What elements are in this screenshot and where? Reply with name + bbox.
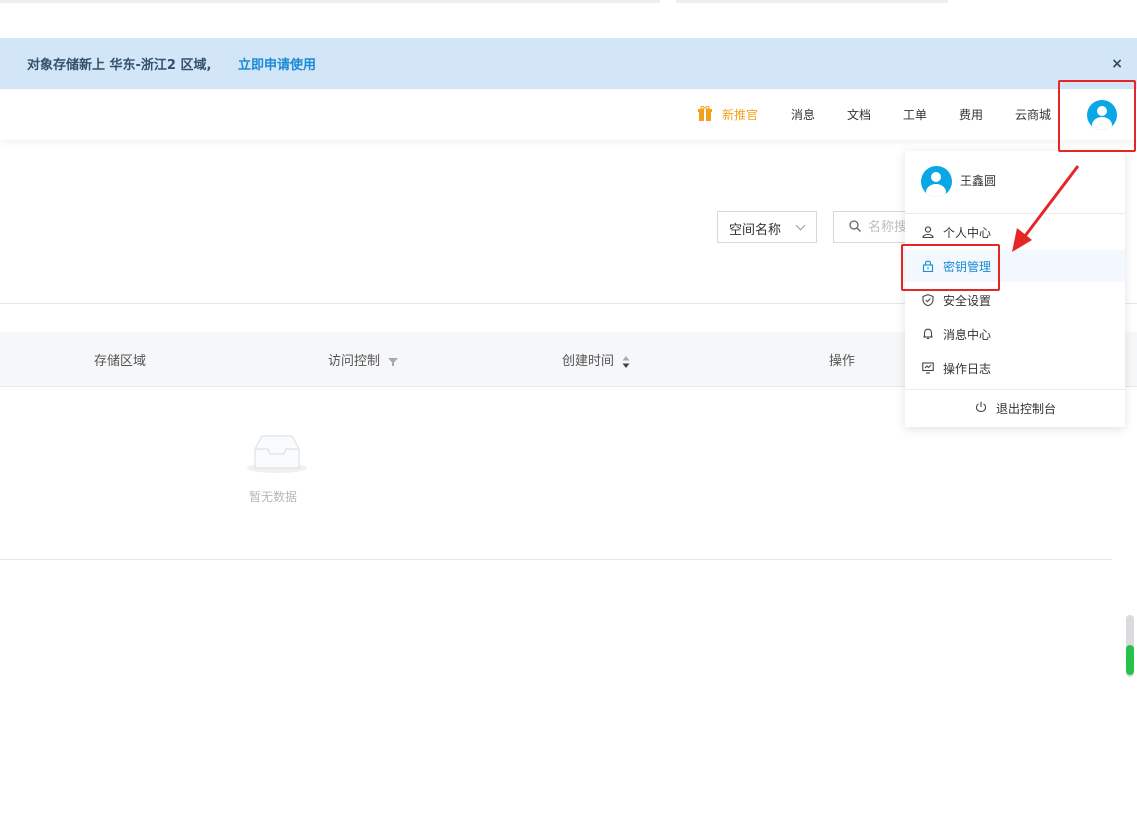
gift-icon bbox=[698, 106, 712, 121]
menu-item-operation-log[interactable]: 操作日志 bbox=[905, 352, 1125, 384]
avatar-head bbox=[931, 172, 941, 182]
banner-close-icon[interactable]: × bbox=[1111, 56, 1123, 72]
announcement-banner: 对象存储新上 华东-浙江2 区域, 立即申请使用 × bbox=[0, 38, 1137, 89]
column-created: 创建时间 bbox=[562, 350, 630, 369]
nav-docs[interactable]: 文档 bbox=[847, 106, 871, 123]
nav-market[interactable]: 云商城 bbox=[1015, 106, 1051, 123]
bell-icon bbox=[923, 328, 933, 340]
column-actions: 操作 bbox=[829, 354, 856, 369]
divider bbox=[0, 559, 1112, 560]
scrollbar[interactable] bbox=[1126, 615, 1134, 677]
column-access-label: 访问控制 bbox=[328, 354, 381, 369]
top-header: 新推官 消息 文档 工单 费用 云商城 bbox=[0, 89, 1137, 140]
menu-username: 王鑫圆 bbox=[960, 174, 997, 188]
banner-apply-link[interactable]: 立即申请使用 bbox=[238, 54, 316, 73]
column-created-label: 创建时间 bbox=[562, 354, 615, 369]
empty-text: 暂无数据 bbox=[249, 490, 298, 504]
annotation-highlight-key-management bbox=[901, 244, 1000, 291]
logout-button[interactable]: 退出控制台 bbox=[905, 391, 1125, 425]
power-icon bbox=[975, 401, 987, 412]
chevron-down-icon bbox=[795, 220, 806, 231]
search-icon bbox=[849, 220, 861, 232]
avatar bbox=[921, 166, 952, 197]
monitor-log-icon bbox=[922, 362, 934, 374]
nav-messages[interactable]: 消息 bbox=[791, 106, 815, 123]
scrollbar-thumb[interactable] bbox=[1126, 645, 1134, 675]
menu-item-label: 安全设置 bbox=[943, 294, 992, 308]
top-tab-remnant bbox=[0, 0, 660, 3]
nav-promo[interactable]: 新推官 bbox=[722, 106, 758, 123]
annotation-arrow-icon bbox=[1012, 165, 1080, 252]
filter-icon[interactable] bbox=[388, 357, 399, 367]
logout-label: 退出控制台 bbox=[996, 402, 1057, 416]
column-region-label: 存储区域 bbox=[94, 354, 147, 369]
banner-text: 对象存储新上 华东-浙江2 区域, bbox=[27, 58, 212, 73]
nav-tickets[interactable]: 工单 bbox=[903, 106, 927, 123]
menu-item-messages[interactable]: 消息中心 bbox=[905, 318, 1125, 350]
menu-item-label: 个人中心 bbox=[943, 226, 992, 240]
nav-billing[interactable]: 费用 bbox=[959, 106, 983, 123]
avatar-body bbox=[926, 184, 946, 197]
menu-divider bbox=[905, 389, 1125, 390]
annotation-highlight-avatar bbox=[1058, 80, 1136, 152]
search-field-select[interactable]: 空间名称 bbox=[717, 211, 817, 243]
user-icon bbox=[922, 226, 934, 238]
shield-icon bbox=[922, 294, 934, 306]
select-value: 空间名称 bbox=[729, 223, 782, 238]
menu-item-label: 操作日志 bbox=[943, 362, 992, 376]
top-strip bbox=[0, 0, 1137, 38]
column-region: 存储区域 bbox=[94, 350, 146, 369]
menu-item-label: 消息中心 bbox=[943, 328, 992, 342]
sort-icon[interactable] bbox=[622, 355, 630, 369]
page-root: 对象存储新上 华东-浙江2 区域, 立即申请使用 × 新推官 消息 文档 工单 … bbox=[0, 0, 1137, 834]
column-access: 访问控制 bbox=[328, 350, 399, 369]
top-tab-remnant bbox=[676, 0, 948, 3]
